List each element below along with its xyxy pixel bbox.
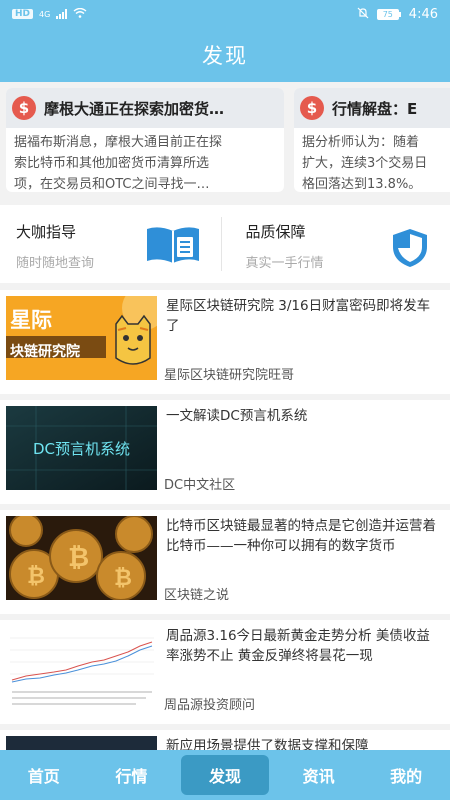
news-card[interactable]: $ 行情解盘：E 据分析师认为：随着 扩大，连续3个交易日 格回落达到13.8%… — [294, 88, 450, 192]
thumb-text: 星际 — [10, 308, 52, 332]
network-label: 4G — [39, 9, 51, 19]
book-icon — [145, 225, 201, 269]
status-bar: HD 4G 75 4:46 — [0, 0, 450, 28]
tab-mine[interactable]: 我的 — [362, 763, 450, 787]
list-item[interactable]: 新应用场景提供了数据支撑和保障 — [0, 730, 450, 750]
list-item[interactable]: DC预言机系统 一文解读DC预言机系统 DC中文社区 — [0, 400, 450, 504]
news-card-title: 行情解盘：E — [332, 99, 418, 118]
guide-expert[interactable]: 大咖指导 随时随地查询 — [0, 205, 221, 283]
news-card-title: 摩根大通正在探索加密货… — [44, 99, 225, 118]
article-list[interactable]: 星际 块链研究院 星际区块链研究院 3/16日财富密码即将发车了 星际区块链研究… — [0, 290, 450, 750]
article-source: 区块链之说 — [164, 588, 230, 603]
mute-icon — [357, 7, 369, 22]
tab-market[interactable]: 行情 — [88, 763, 176, 787]
page-title: 发现 — [202, 44, 248, 68]
cartoon-cat-icon — [110, 314, 154, 376]
list-item[interactable]: ₿ ₿ ₿ 比特币区块链最显著的特点是它创造并运营着比特币——一种你可以拥有的数… — [0, 510, 450, 614]
dollar-icon: $ — [12, 96, 36, 120]
tab-news[interactable]: 资讯 — [275, 763, 363, 787]
article-thumbnail — [6, 736, 157, 750]
svg-text:₿: ₿ — [114, 566, 132, 591]
svg-text:₿: ₿ — [27, 564, 45, 589]
article-source: DC中文社区 — [164, 478, 236, 493]
gold-chart-icon — [6, 626, 157, 710]
wifi-icon — [73, 7, 87, 21]
article-title: 一文解读DC预言机系统 — [166, 408, 308, 424]
bottom-tab-bar: 首页 行情 发现 资讯 我的 — [0, 750, 450, 800]
list-item[interactable]: 星际 块链研究院 星际区块链研究院 3/16日财富密码即将发车了 星际区块链研究… — [0, 290, 450, 394]
news-card-summary: 据分析师认为：随着 扩大，连续3个交易日 格回落达到13.8%。 — [302, 135, 428, 192]
dollar-icon: $ — [300, 96, 324, 120]
news-card-summary: 据福布斯消息，摩根大通目前正在探 索比特币和其他加密货币清算所选 项，在交易员和… — [14, 135, 223, 192]
feature-guide-row: 大咖指导 随时随地查询 品质保障 真实一手行情 — [0, 205, 450, 283]
thumb-text: DC预言机系统 — [32, 440, 131, 458]
tab-home[interactable]: 首页 — [0, 763, 88, 787]
news-card-header: $ 行情解盘：E — [294, 88, 450, 128]
svg-text:₿: ₿ — [68, 543, 89, 573]
article-title: 比特币区块链最显著的特点是它创造并运营着比特币——一种你可以拥有的数字货币 — [166, 518, 436, 554]
article-thumbnail: DC预言机系统 — [6, 406, 157, 490]
hd-badge: HD — [12, 9, 34, 19]
article-source: 星际区块链研究院旺哥 — [164, 368, 295, 383]
signal-icon — [56, 9, 68, 19]
article-title: 周品源3.16今日最新黄金走势分析 美债收益率涨势不止 黄金反弹终将昙花一现 — [166, 628, 430, 664]
shield-icon — [390, 227, 430, 273]
battery-icon: 75 — [376, 8, 401, 20]
tab-discover[interactable]: 发现 — [181, 755, 269, 795]
news-card[interactable]: $ 摩根大通正在探索加密货… 据福布斯消息，摩根大通目前正在探 索比特币和其他加… — [6, 88, 284, 192]
news-carousel[interactable]: $ 摩根大通正在探索加密货… 据福布斯消息，摩根大通目前正在探 索比特币和其他加… — [0, 82, 450, 200]
app-header: 发现 — [0, 28, 450, 82]
clock: 4:46 — [408, 6, 438, 22]
article-title: 星际区块链研究院 3/16日财富密码即将发车了 — [166, 298, 431, 334]
article-source: 周品源投资顾问 — [164, 698, 256, 713]
guide-quality[interactable]: 品质保障 真实一手行情 — [220, 217, 450, 273]
news-card-header: $ 摩根大通正在探索加密货… — [6, 88, 284, 128]
bitcoin-coins-icon: ₿ ₿ ₿ — [6, 516, 157, 600]
article-title: 新应用场景提供了数据支撑和保障 — [166, 738, 369, 750]
list-item[interactable]: 周品源3.16今日最新黄金走势分析 美债收益率涨势不止 黄金反弹终将昙花一现 周… — [0, 620, 450, 724]
thumb-text: 块链研究院 — [10, 344, 80, 360]
article-thumbnail: 星际 块链研究院 — [6, 296, 157, 380]
